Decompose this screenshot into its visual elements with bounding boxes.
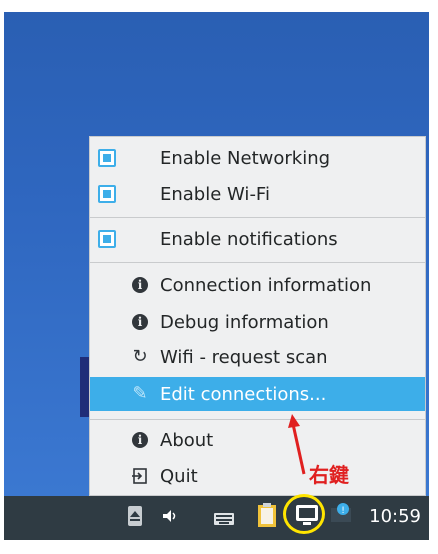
menu-item-label: Quit — [160, 465, 198, 487]
checkbox-enable-wifi[interactable] — [98, 185, 116, 203]
checkbox-enable-notifications[interactable] — [98, 230, 116, 248]
menu-item-label: About — [160, 429, 214, 451]
menu-item-wifi-request-scan[interactable]: ↻ Wifi - request scan — [90, 340, 425, 374]
menu-item-connection-information[interactable]: i Connection information — [90, 268, 425, 302]
pencil-icon: ✎ — [132, 383, 148, 404]
menu-item-about[interactable]: i About — [90, 423, 425, 457]
menu-item-label: Enable Networking — [160, 147, 331, 169]
taskbar: ! 10:59 — [4, 496, 429, 540]
volume-icon[interactable] — [162, 508, 178, 528]
menu-item-label: Debug information — [160, 311, 329, 333]
keyboard-icon[interactable] — [214, 510, 234, 529]
highlight-ring-annotation — [283, 494, 325, 534]
clock[interactable]: 10:59 — [369, 506, 421, 527]
menu-item-debug-information[interactable]: i Debug information — [90, 305, 425, 339]
menu-item-label: Enable Wi-Fi — [160, 183, 270, 205]
menu-separator — [90, 262, 425, 263]
menu-item-enable-wifi[interactable]: Enable Wi-Fi — [90, 177, 425, 211]
menu-separator — [90, 419, 425, 420]
info-icon: i — [130, 275, 150, 295]
exit-icon — [130, 466, 150, 486]
menu-separator — [90, 217, 425, 218]
screenshot-frame: Enable Networking Enable Wi-Fi Enable no… — [0, 0, 438, 554]
menu-item-label: Connection information — [160, 274, 372, 296]
menu-item-quit[interactable]: Quit — [90, 459, 425, 493]
notification-icon[interactable]: ! — [331, 502, 353, 528]
clipboard-icon[interactable] — [257, 502, 277, 532]
checkbox-enable-networking[interactable] — [98, 149, 116, 167]
svg-text:!: ! — [341, 506, 345, 516]
menu-item-label: Edit connections... — [160, 383, 327, 405]
menu-item-label: Wifi - request scan — [160, 346, 328, 368]
menu-item-enable-notifications[interactable]: Enable notifications — [90, 222, 425, 256]
annotation-label: 右鍵 — [309, 463, 349, 487]
menu-item-label: Enable notifications — [160, 228, 338, 250]
menu-item-edit-connections[interactable]: ✎ Edit connections... — [90, 377, 425, 411]
refresh-icon: ↻ — [132, 346, 148, 367]
network-context-menu: Enable Networking Enable Wi-Fi Enable no… — [89, 136, 426, 496]
info-icon: i — [130, 312, 150, 332]
info-icon: i — [130, 430, 150, 450]
eject-icon[interactable] — [128, 506, 142, 530]
menu-item-enable-networking[interactable]: Enable Networking — [90, 141, 425, 175]
